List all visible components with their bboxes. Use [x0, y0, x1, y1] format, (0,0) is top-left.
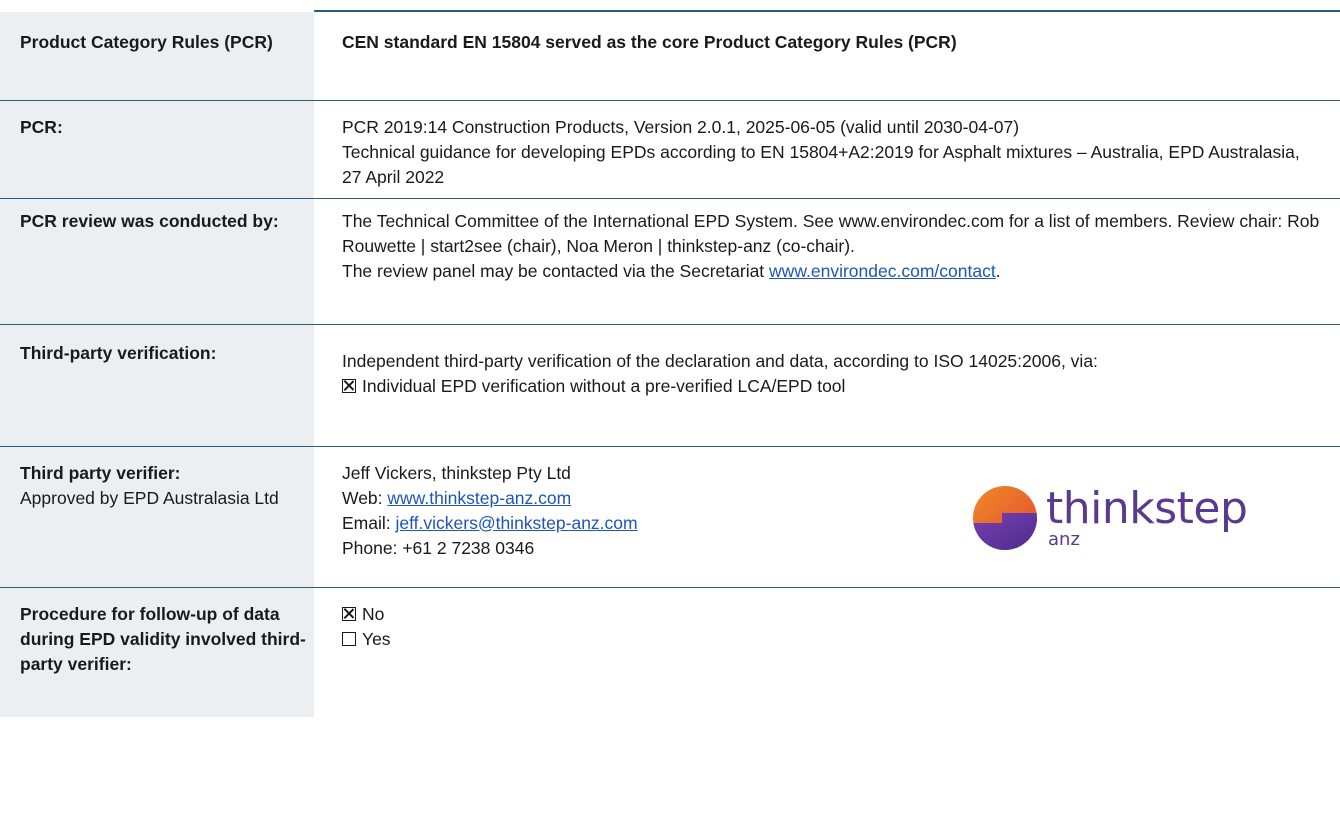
verification-text: Independent third-party verification of … — [342, 350, 1098, 371]
checked-box-icon[interactable] — [342, 606, 356, 621]
verification-option-label: Individual EPD verification without a pr… — [362, 375, 846, 396]
row-followup: Procedure for follow-up of data during E… — [0, 587, 1340, 717]
epd-info-page: Product Category Rules (PCR) CEN standar… — [0, 0, 1340, 832]
thinkstep-web-link[interactable]: www.thinkstep-anz.com — [387, 488, 571, 508]
review-contact-suffix: . — [995, 260, 1001, 281]
verifier-value: Jeff Vickers, thinkstep Pty Ltd Web: www… — [342, 446, 1340, 588]
verifier-label: Third party verifier: — [20, 462, 181, 483]
thinkstep-logo-sub: anz — [1048, 528, 1080, 550]
pcr-label: PCR: — [0, 100, 314, 199]
review-label: PCR review was conducted by: — [0, 198, 314, 325]
pcr-line-1: PCR 2019:14 Construction Products, Versi… — [342, 116, 1020, 137]
followup-yes-label: Yes — [362, 628, 391, 649]
verifier-email-label: Email: — [342, 512, 396, 533]
verification-option: Individual EPD verification without a pr… — [342, 374, 1320, 399]
review-text: The Technical Committee of the Internati… — [342, 210, 1320, 256]
row-pcr: PCR: PCR 2019:14 Construction Products, … — [0, 100, 1340, 199]
pcr-header-value: CEN standard EN 15804 served as the core… — [342, 12, 1340, 101]
epd-info-table: Product Category Rules (PCR) CEN standar… — [0, 12, 1340, 717]
verifier-sublabel: Approved by EPD Australasia Ltd — [20, 487, 279, 508]
third-party-verification-label: Third-party verification: — [0, 324, 314, 447]
followup-option-yes: Yes — [342, 627, 1320, 652]
third-party-verification-value: Independent third-party verification of … — [342, 324, 1340, 447]
row-third-party-verification: Third-party verification: Independent th… — [0, 324, 1340, 447]
pcr-line-2: Technical guidance for developing EPDs a… — [342, 141, 1300, 187]
pcr-header-label: Product Category Rules (PCR) — [0, 12, 314, 101]
followup-label: Procedure for follow-up of data during E… — [0, 587, 314, 717]
row-pcr-header: Product Category Rules (PCR) CEN standar… — [0, 12, 1340, 101]
review-contact: The review panel may be contacted via th… — [342, 259, 1320, 284]
followup-option-no: No — [342, 602, 1320, 627]
thinkstep-logo-text: thinkstep — [1046, 482, 1248, 534]
verifier-name: Jeff Vickers, thinkstep Pty Ltd — [342, 462, 571, 483]
followup-no-label: No — [362, 603, 385, 624]
verifier-label-cell: Third party verifier: Approved by EPD Au… — [0, 446, 314, 588]
followup-value: No Yes — [342, 587, 1340, 717]
verifier-email-link[interactable]: jeff.vickers@thinkstep-anz.com — [395, 513, 637, 533]
review-value: The Technical Committee of the Internati… — [342, 198, 1340, 325]
environdec-contact-link[interactable]: www.environdec.com/contact — [769, 261, 996, 281]
row-verifier: Third party verifier: Approved by EPD Au… — [0, 446, 1340, 588]
thinkstep-logo-mark-icon — [973, 485, 1037, 550]
row-review: PCR review was conducted by: The Technic… — [0, 198, 1340, 325]
thinkstep-logo: thinkstep anz — [972, 485, 1248, 555]
unchecked-box-icon[interactable] — [342, 631, 356, 646]
pcr-value: PCR 2019:14 Construction Products, Versi… — [342, 100, 1340, 199]
checked-box-icon[interactable] — [342, 378, 356, 393]
review-contact-prefix: The review panel may be contacted via th… — [342, 260, 770, 281]
verifier-web-label: Web: — [342, 487, 388, 508]
